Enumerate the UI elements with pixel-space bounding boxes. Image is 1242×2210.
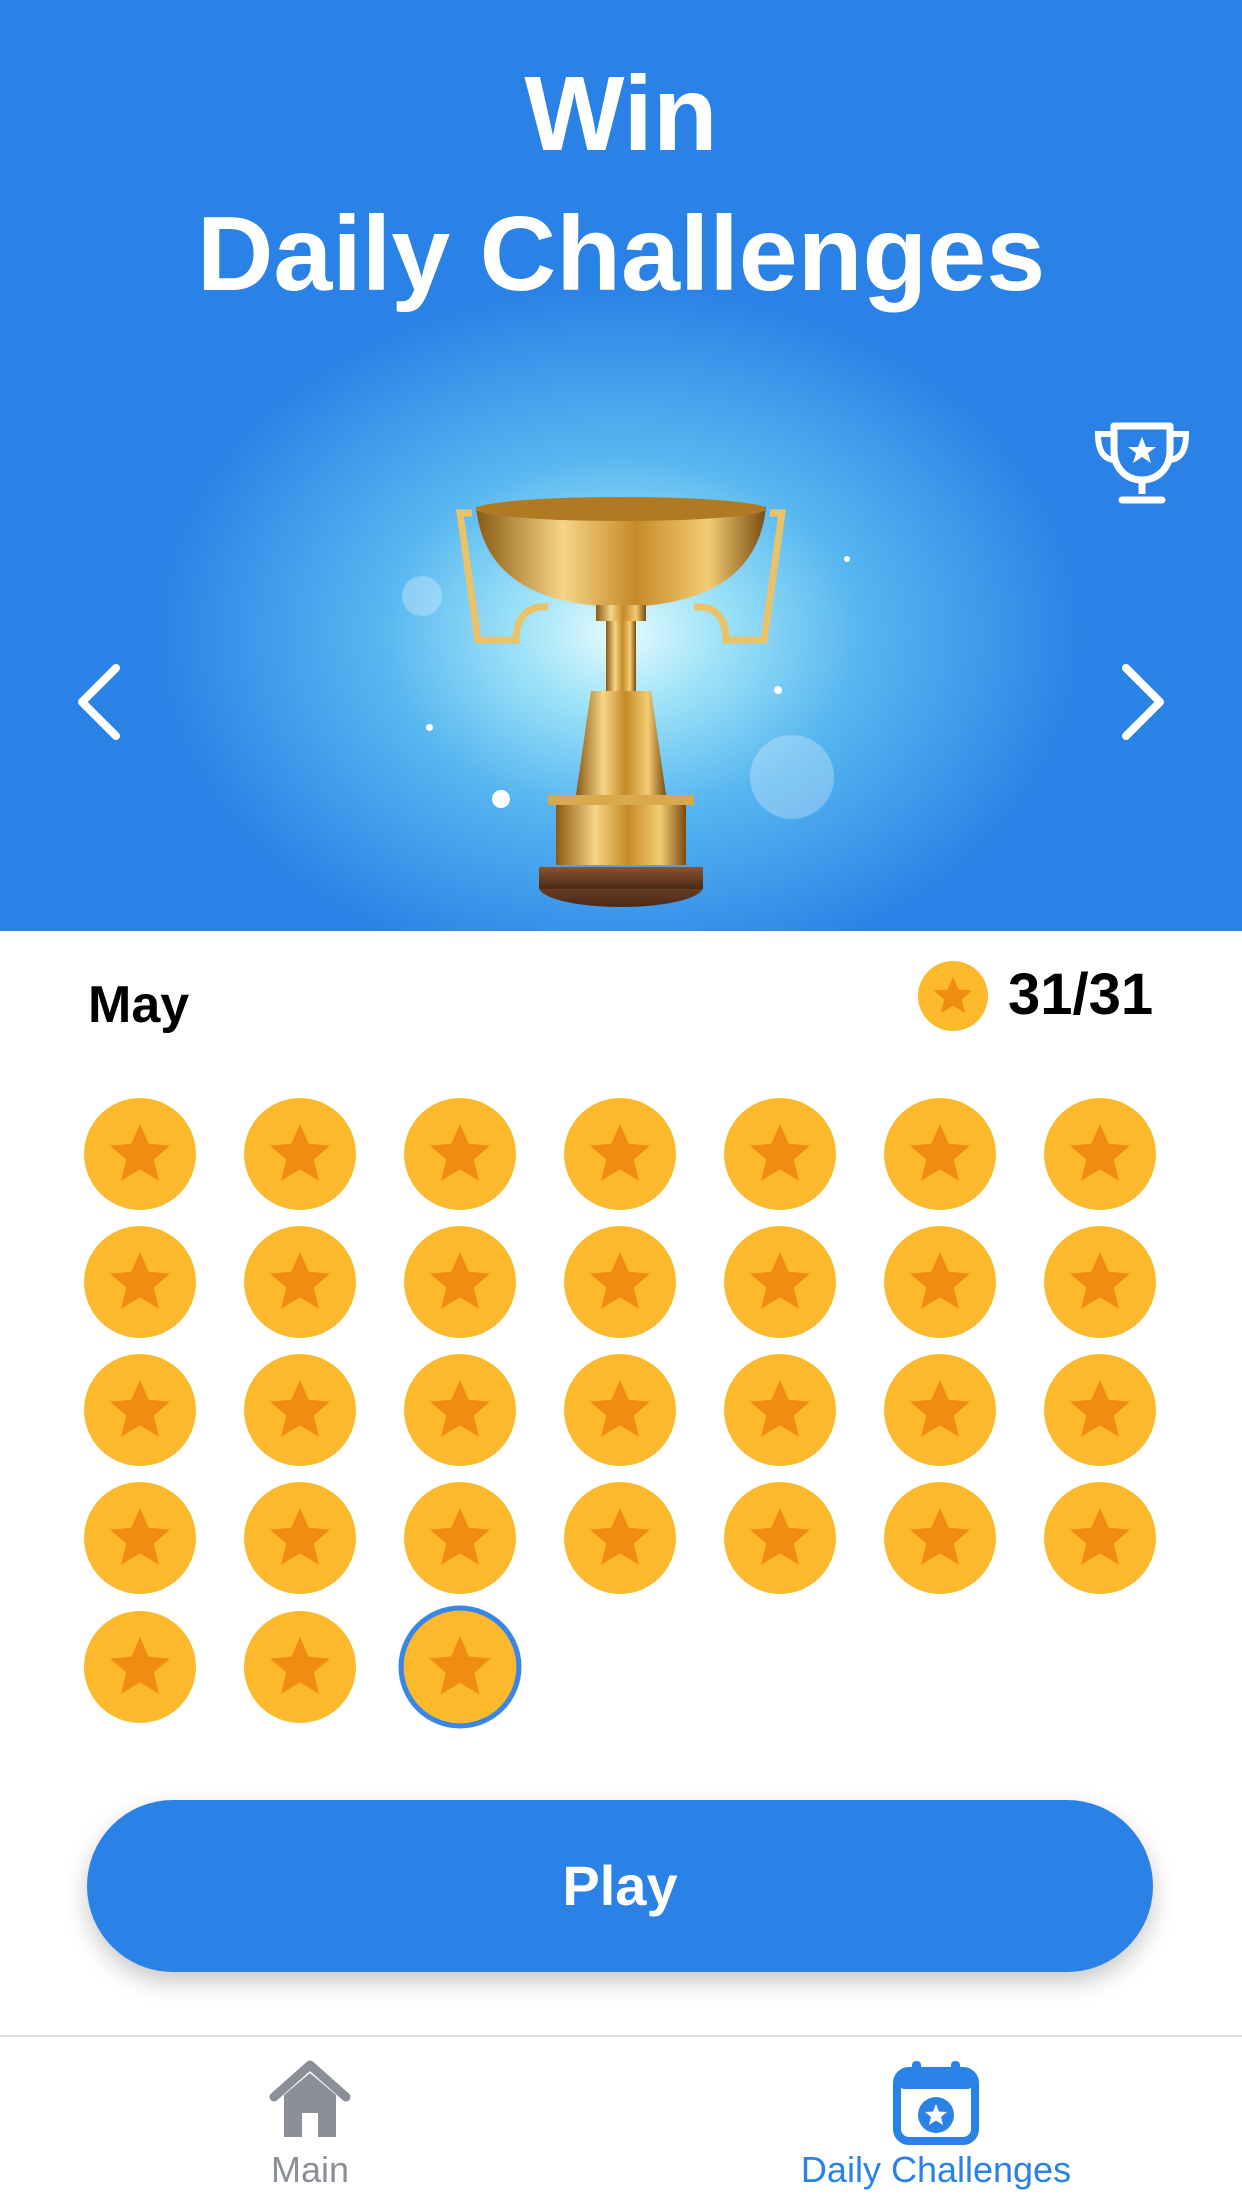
- day-6-coin[interactable]: [884, 1098, 996, 1210]
- tab-main-label: Main: [270, 2149, 350, 2190]
- day-18-coin[interactable]: [564, 1354, 676, 1466]
- day-19-coin[interactable]: [724, 1354, 836, 1466]
- play-button[interactable]: Play: [87, 1800, 1153, 1972]
- day-13-coin[interactable]: [884, 1226, 996, 1338]
- day-9-coin[interactable]: [244, 1226, 356, 1338]
- home-icon: [268, 2059, 352, 2141]
- day-12-coin[interactable]: [724, 1226, 836, 1338]
- day-1-coin[interactable]: [84, 1098, 196, 1210]
- day-8-coin[interactable]: [84, 1226, 196, 1338]
- calendar-grid: [0, 0, 1242, 1800]
- day-5-coin[interactable]: [724, 1098, 836, 1210]
- day-20-coin[interactable]: [884, 1354, 996, 1466]
- day-14-coin[interactable]: [1044, 1226, 1156, 1338]
- day-7-coin[interactable]: [1044, 1098, 1156, 1210]
- day-10-coin[interactable]: [404, 1226, 516, 1338]
- tab-bar: Main Daily Challenges: [0, 2035, 1242, 2210]
- day-28-coin[interactable]: [1044, 1482, 1156, 1594]
- tab-daily-challenges[interactable]: Daily Challenges: [736, 2037, 1136, 2210]
- day-21-coin[interactable]: [1044, 1354, 1156, 1466]
- day-22-coin[interactable]: [84, 1482, 196, 1594]
- day-3-coin[interactable]: [404, 1098, 516, 1210]
- day-27-coin[interactable]: [884, 1482, 996, 1594]
- day-4-coin[interactable]: [564, 1098, 676, 1210]
- day-25-coin[interactable]: [564, 1482, 676, 1594]
- day-29-coin[interactable]: [84, 1611, 196, 1723]
- day-2-coin[interactable]: [244, 1098, 356, 1210]
- tab-daily-label: Daily Challenges: [800, 2149, 1072, 2190]
- day-17-coin[interactable]: [404, 1354, 516, 1466]
- day-16-coin[interactable]: [244, 1354, 356, 1466]
- day-15-coin[interactable]: [84, 1354, 196, 1466]
- day-31-coin[interactable]: [398, 1605, 522, 1729]
- tab-main[interactable]: Main: [110, 2037, 510, 2210]
- day-11-coin[interactable]: [564, 1226, 676, 1338]
- day-26-coin[interactable]: [724, 1482, 836, 1594]
- day-30-coin[interactable]: [244, 1611, 356, 1723]
- day-23-coin[interactable]: [244, 1482, 356, 1594]
- calendar-star-icon: [892, 2059, 980, 2145]
- day-24-coin[interactable]: [404, 1482, 516, 1594]
